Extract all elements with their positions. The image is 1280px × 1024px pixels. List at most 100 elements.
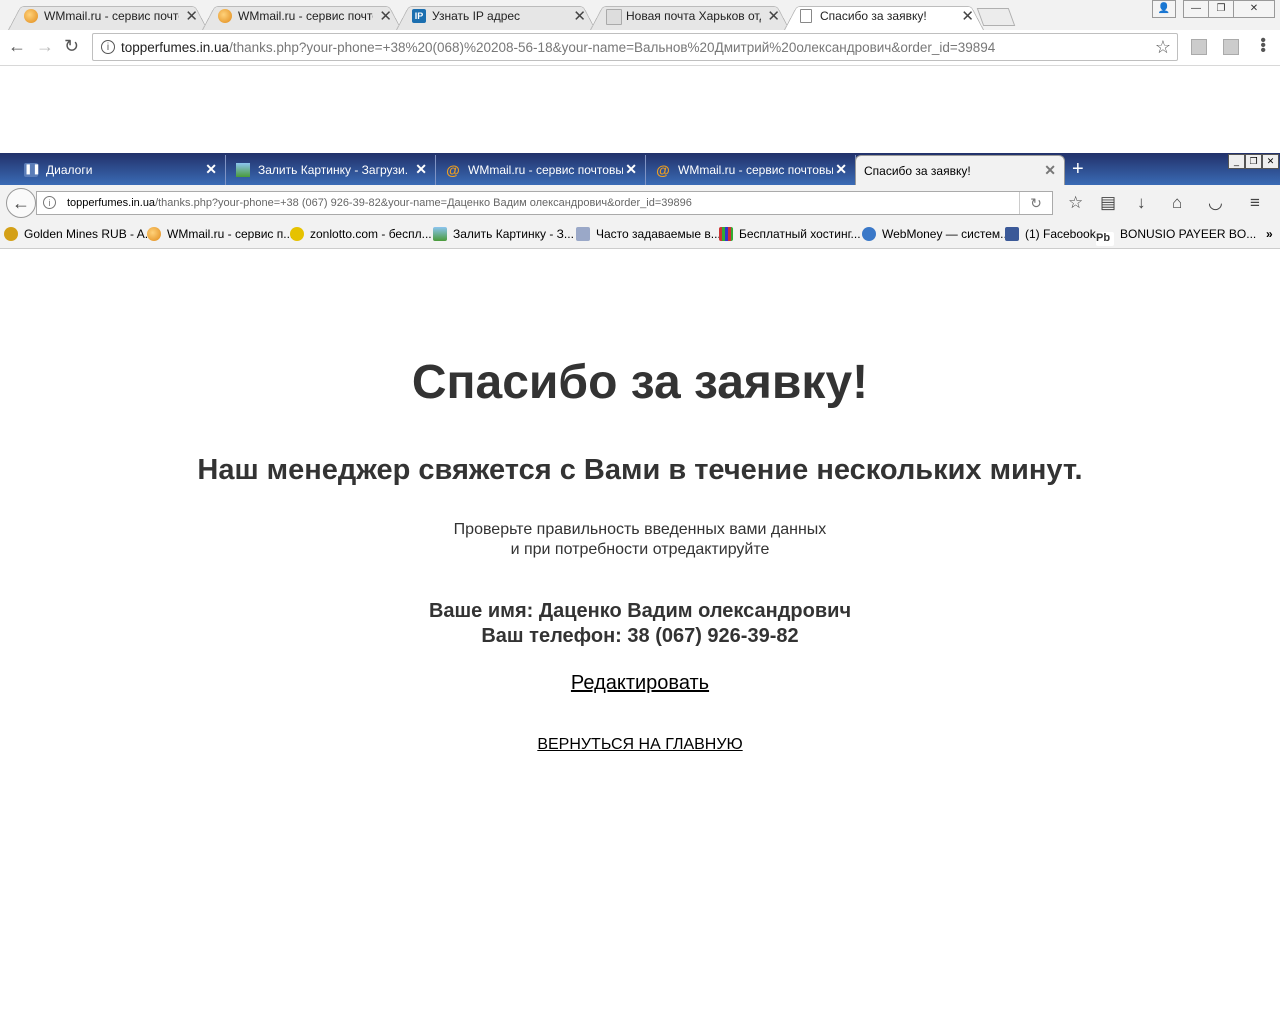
close-icon[interactable]: ✕ — [185, 7, 198, 25]
bookmark-image-upload[interactable]: Залить Картинку - З... — [433, 227, 574, 241]
new-tab-button[interactable] — [976, 8, 1016, 26]
firefox-tab-strip: ❚❚ Диалоги ✕ Залить Картинку - Загрузи..… — [0, 153, 1280, 185]
home-icon[interactable]: ⌂ — [1172, 193, 1182, 213]
bookmark-faq[interactable]: Часто задаваемые в... — [576, 227, 721, 241]
facebook-icon — [1005, 227, 1019, 241]
ff-tab-image-upload[interactable]: Залить Картинку - Загрузи... ✕ — [226, 155, 436, 185]
forward-arrow-icon[interactable]: → — [36, 36, 54, 57]
bookmark-star-icon[interactable]: ☆ — [1068, 193, 1083, 213]
tab-title: Спасибо за заявку! — [820, 9, 927, 23]
star-icon[interactable]: ☆ — [1155, 37, 1171, 58]
minimize-icon[interactable]: — — [1183, 0, 1209, 18]
page-subtitle: Наш менеджер свяжется с Вами в течение н… — [197, 454, 1083, 486]
bookmarks-toolbar: Golden Mines RUB - A... WMmail.ru - серв… — [0, 221, 1280, 249]
close-icon[interactable]: ✕ — [379, 7, 392, 25]
bookmark-facebook[interactable]: (1) Facebook — [1005, 227, 1096, 241]
menu-icon[interactable]: • • • — [1260, 33, 1266, 59]
wmmail-icon — [218, 9, 232, 23]
close-icon[interactable]: ✕ — [205, 161, 217, 178]
chrome-toolbar: ← → ↻ i topperfumes.in.ua/thanks.php?you… — [0, 30, 1280, 66]
extension-icon[interactable] — [1191, 39, 1207, 55]
close-icon[interactable]: ✕ — [835, 161, 847, 178]
address-bar[interactable]: i topperfumes.in.ua/thanks.php?your-phon… — [36, 191, 1053, 215]
chrome-tab-novaposhta[interactable]: Новая почта Харьков отд ✕ — [590, 2, 790, 31]
more-bookmarks-icon[interactable]: » — [1266, 227, 1273, 241]
info-icon[interactable]: i — [43, 196, 56, 209]
address-bar[interactable]: i topperfumes.in.ua/thanks.php?your-phon… — [92, 33, 1178, 61]
name-line: Ваше имя: Даценко Вадим олександрович — [428, 600, 852, 622]
tab-title: WMmail.ru - сервис почтовы... — [468, 163, 623, 177]
return-home-link[interactable]: ВЕРНУТЬСЯ НА ГЛАВНУЮ — [537, 736, 742, 753]
wmmail-icon: @ — [656, 162, 670, 178]
bookmark-webmoney[interactable]: WebMoney — систем... — [862, 227, 1010, 241]
ip-icon: IP — [412, 9, 426, 23]
globe-icon — [862, 227, 876, 241]
hamburger-menu-icon[interactable]: ≡ — [1250, 193, 1260, 213]
bookmark-hosting[interactable]: Бесплатный хостинг... — [719, 227, 861, 241]
wmmail-icon — [147, 227, 161, 241]
download-icon[interactable]: ↓ — [1137, 193, 1146, 213]
home-link-wrapper: ВЕРНУТЬСЯ НА ГЛАВНУЮ — [0, 736, 1280, 754]
tab-title: Диалоги — [46, 163, 93, 177]
chrome-tab-wmmail-2[interactable]: WMmail.ru - сервис почтов ✕ — [202, 2, 402, 31]
bookmark-wmmail[interactable]: WMmail.ru - сервис п... — [147, 227, 293, 241]
tab-title: Узнать IP адрес — [432, 9, 521, 23]
chrome-tab-strip: WMmail.ru - сервис почтов ✕ WMmail.ru - … — [0, 0, 1280, 31]
restore-icon[interactable]: ❐ — [1208, 0, 1234, 18]
ff-tab-wmmail-2[interactable]: @ WMmail.ru - сервис почтовы... ✕ — [646, 155, 856, 185]
url-text: topperfumes.in.ua/thanks.php?your-phone=… — [67, 197, 692, 209]
chrome-window: WMmail.ru - сервис почтов ✕ WMmail.ru - … — [0, 0, 1280, 66]
pause-icon: ❚❚ — [24, 163, 41, 177]
bookmark-bonusio-payeer[interactable]: Pb BONUSIO PAYEER BO... — [1096, 227, 1256, 246]
chrome-tab-ip[interactable]: IP Узнать IP адрес ✕ — [396, 2, 596, 31]
back-arrow-icon[interactable]: ← — [6, 188, 36, 218]
ff-tab-wmmail-1[interactable]: @ WMmail.ru - сервис почтовы... ✕ — [436, 155, 646, 185]
close-icon[interactable]: ✕ — [625, 161, 637, 178]
close-icon[interactable]: ✕ — [573, 7, 586, 25]
coin-icon — [4, 227, 18, 241]
chrome-tab-wmmail-1[interactable]: WMmail.ru - сервис почтов ✕ — [8, 2, 208, 31]
tab-title: WMmail.ru - сервис почтовы... — [678, 163, 833, 177]
tab-title: WMmail.ru - сервис почтов — [238, 9, 373, 23]
tab-title: Новая почта Харьков отд — [626, 9, 761, 23]
close-icon[interactable]: ✕ — [767, 7, 780, 25]
profile-icon[interactable]: 👤 — [1152, 0, 1176, 18]
close-icon[interactable]: ✕ — [415, 161, 427, 178]
back-arrow-icon[interactable]: ← — [8, 36, 26, 57]
image-icon — [433, 227, 447, 241]
check-line-1: Проверьте правильность введенных вами да… — [453, 521, 827, 538]
new-tab-plus-icon[interactable]: + — [1072, 158, 1084, 181]
ff-tab-dialogs[interactable]: ❚❚ Диалоги ✕ — [14, 155, 226, 185]
page-title: Спасибо за заявку! — [411, 356, 869, 409]
image-icon — [236, 163, 250, 177]
close-icon[interactable]: ✕ — [1044, 162, 1056, 179]
page-content: Спасибо за заявку! Наш менеджер свяжется… — [0, 249, 1280, 1024]
ff-tab-thanks[interactable]: Спасибо за заявку! ✕ — [855, 155, 1065, 185]
restore-icon[interactable]: ❐ — [1245, 154, 1262, 169]
edit-link-wrapper: Редактировать — [0, 672, 1280, 695]
reload-icon[interactable]: ↻ — [64, 36, 79, 57]
minimize-icon[interactable]: _ — [1228, 154, 1245, 169]
submitted-data: Ваше имя: Даценко Вадим олександрович Ва… — [0, 599, 1280, 649]
firefox-window: ❚❚ Диалоги ✕ Залить Картинку - Загрузи..… — [0, 153, 1280, 1024]
pocket-icon[interactable]: ◡ — [1208, 193, 1223, 213]
reading-list-icon[interactable]: ▤ — [1100, 193, 1116, 213]
close-window-icon[interactable]: ✕ — [1262, 154, 1279, 169]
novaposhta-icon — [606, 9, 622, 25]
edit-link[interactable]: Редактировать — [571, 672, 709, 694]
info-icon[interactable]: i — [101, 40, 115, 54]
phone-line: Ваш телефон: 38 (067) 926-39-82 — [481, 625, 799, 647]
close-window-icon[interactable]: ✕ — [1233, 0, 1275, 18]
zonlotto-icon — [290, 227, 304, 241]
close-icon[interactable]: ✕ — [961, 7, 974, 25]
faq-icon — [576, 227, 590, 241]
payeer-icon: Pb — [1096, 232, 1114, 246]
extension-icon[interactable] — [1223, 39, 1239, 55]
check-data-message: Проверьте правильность введенных вами да… — [0, 520, 1280, 560]
tab-title: Залить Картинку - Загрузи... — [258, 163, 408, 177]
reload-icon[interactable]: ↻ — [1019, 192, 1052, 214]
firefox-navbar: ← i topperfumes.in.ua/thanks.php?your-ph… — [0, 185, 1280, 222]
chrome-tab-thanks[interactable]: Спасибо за заявку! ✕ — [784, 2, 984, 31]
bookmark-golden-mines[interactable]: Golden Mines RUB - A... — [4, 227, 155, 241]
bookmark-zonlotto[interactable]: zonlotto.com - беспл... — [290, 227, 432, 241]
